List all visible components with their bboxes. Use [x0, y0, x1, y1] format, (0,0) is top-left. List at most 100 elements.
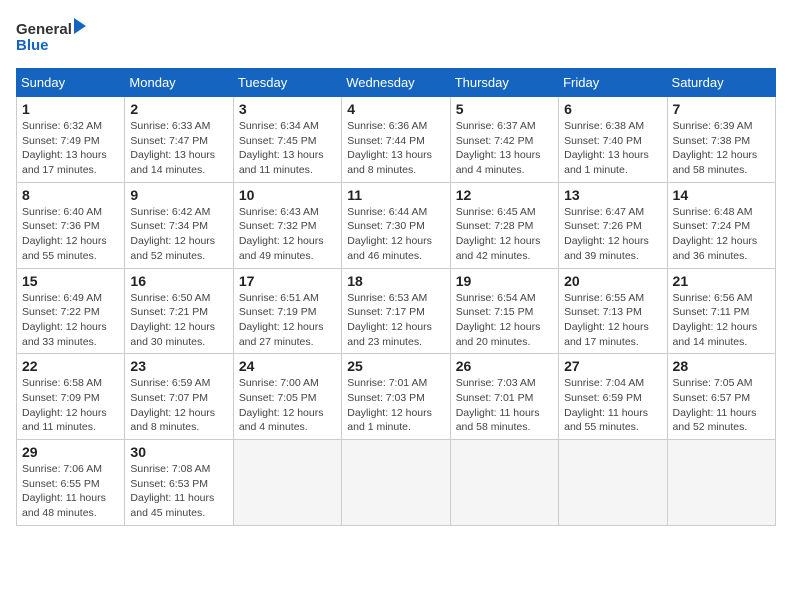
calendar-day-cell: 24Sunrise: 7:00 AM Sunset: 7:05 PM Dayli… — [233, 354, 341, 440]
calendar-day-cell: 5 Sunrise: 6:37 AM Sunset: 7:42 PM Daylig… — [450, 97, 558, 183]
calendar-table: SundayMondayTuesdayWednesdayThursdayFrid… — [16, 68, 776, 526]
page-header: General Blue — [16, 16, 776, 56]
calendar-day-cell: 7 Sunrise: 6:39 AM Sunset: 7:38 PM Daylig… — [667, 97, 775, 183]
day-number: 25 — [347, 358, 444, 374]
day-info: Sunrise: 6:45 AM Sunset: 7:28 PM Dayligh… — [456, 205, 553, 264]
day-number: 26 — [456, 358, 553, 374]
calendar-day-cell: 26 Sunrise: 7:03 AM Sunset: 7:01 PM Dayli… — [450, 354, 558, 440]
weekday-header: Sunday — [17, 69, 125, 97]
day-number: 18 — [347, 273, 444, 289]
calendar-day-cell: 15 Sunrise: 6:49 AM Sunset: 7:22 PM Dayli… — [17, 268, 125, 354]
logo: General Blue — [16, 16, 86, 56]
day-number: 12 — [456, 187, 553, 203]
calendar-day-cell: 3 Sunrise: 6:34 AM Sunset: 7:45 PM Daylig… — [233, 97, 341, 183]
calendar-day-cell: 19 Sunrise: 6:54 AM Sunset: 7:15 PM Dayli… — [450, 268, 558, 354]
day-info: Sunrise: 6:39 AM Sunset: 7:38 PM Dayligh… — [673, 119, 770, 178]
calendar-day-cell: 30 Sunrise: 7:08 AM Sunset: 6:53 PM Dayli… — [125, 440, 233, 526]
day-number: 28 — [673, 358, 770, 374]
day-info: Sunrise: 6:58 AM Sunset: 7:09 PM Dayligh… — [22, 376, 119, 435]
day-number: 11 — [347, 187, 444, 203]
calendar-week-row: 15 Sunrise: 6:49 AM Sunset: 7:22 PM Dayli… — [17, 268, 776, 354]
day-info: Sunrise: 6:38 AM Sunset: 7:40 PM Dayligh… — [564, 119, 661, 178]
day-number: 15 — [22, 273, 119, 289]
calendar-header-row: SundayMondayTuesdayWednesdayThursdayFrid… — [17, 69, 776, 97]
calendar-week-row: 1 Sunrise: 6:32 AM Sunset: 7:49 PM Daylig… — [17, 97, 776, 183]
day-number: 23 — [130, 358, 227, 374]
day-info: Sunrise: 6:53 AM Sunset: 7:17 PM Dayligh… — [347, 291, 444, 350]
day-info: Sunrise: 6:51 AM Sunset: 7:19 PM Dayligh… — [239, 291, 336, 350]
calendar-day-cell: 21Sunrise: 6:56 AM Sunset: 7:11 PM Dayli… — [667, 268, 775, 354]
day-number: 8 — [22, 187, 119, 203]
day-info: Sunrise: 7:06 AM Sunset: 6:55 PM Dayligh… — [22, 462, 119, 521]
day-info: Sunrise: 7:00 AM Sunset: 7:05 PM Dayligh… — [239, 376, 336, 435]
day-number: 21 — [673, 273, 770, 289]
logo-icon: General Blue — [16, 16, 86, 56]
calendar-day-cell: 4Sunrise: 6:36 AM Sunset: 7:44 PM Daylig… — [342, 97, 450, 183]
calendar-day-cell: 25Sunrise: 7:01 AM Sunset: 7:03 PM Dayli… — [342, 354, 450, 440]
day-number: 20 — [564, 273, 661, 289]
day-info: Sunrise: 6:36 AM Sunset: 7:44 PM Dayligh… — [347, 119, 444, 178]
day-number: 3 — [239, 101, 336, 117]
day-info: Sunrise: 6:49 AM Sunset: 7:22 PM Dayligh… — [22, 291, 119, 350]
weekday-header: Saturday — [667, 69, 775, 97]
calendar-day-cell: 14 Sunrise: 6:48 AM Sunset: 7:24 PM Dayli… — [667, 182, 775, 268]
day-info: Sunrise: 6:50 AM Sunset: 7:21 PM Dayligh… — [130, 291, 227, 350]
day-info: Sunrise: 7:04 AM Sunset: 6:59 PM Dayligh… — [564, 376, 661, 435]
day-number: 22 — [22, 358, 119, 374]
calendar-day-cell: 16 Sunrise: 6:50 AM Sunset: 7:21 PM Dayli… — [125, 268, 233, 354]
calendar-week-row: 22 Sunrise: 6:58 AM Sunset: 7:09 PM Dayli… — [17, 354, 776, 440]
weekday-header: Monday — [125, 69, 233, 97]
calendar-day-cell: 29 Sunrise: 7:06 AM Sunset: 6:55 PM Dayli… — [17, 440, 125, 526]
empty-cell — [667, 440, 775, 526]
day-number: 19 — [456, 273, 553, 289]
day-number: 14 — [673, 187, 770, 203]
calendar-day-cell: 1 Sunrise: 6:32 AM Sunset: 7:49 PM Daylig… — [17, 97, 125, 183]
empty-cell — [342, 440, 450, 526]
calendar-week-row: 29 Sunrise: 7:06 AM Sunset: 6:55 PM Dayli… — [17, 440, 776, 526]
svg-text:General: General — [16, 21, 72, 38]
day-number: 29 — [22, 444, 119, 460]
day-number: 1 — [22, 101, 119, 117]
day-info: Sunrise: 6:54 AM Sunset: 7:15 PM Dayligh… — [456, 291, 553, 350]
weekday-header: Thursday — [450, 69, 558, 97]
weekday-header: Wednesday — [342, 69, 450, 97]
day-number: 27 — [564, 358, 661, 374]
day-info: Sunrise: 7:03 AM Sunset: 7:01 PM Dayligh… — [456, 376, 553, 435]
empty-cell — [233, 440, 341, 526]
calendar-day-cell: 9 Sunrise: 6:42 AM Sunset: 7:34 PM Daylig… — [125, 182, 233, 268]
day-info: Sunrise: 6:48 AM Sunset: 7:24 PM Dayligh… — [673, 205, 770, 264]
day-info: Sunrise: 7:08 AM Sunset: 6:53 PM Dayligh… — [130, 462, 227, 521]
day-number: 2 — [130, 101, 227, 117]
day-info: Sunrise: 6:37 AM Sunset: 7:42 PM Dayligh… — [456, 119, 553, 178]
day-number: 6 — [564, 101, 661, 117]
calendar-week-row: 8Sunrise: 6:40 AM Sunset: 7:36 PM Daylig… — [17, 182, 776, 268]
day-info: Sunrise: 7:05 AM Sunset: 6:57 PM Dayligh… — [673, 376, 770, 435]
day-info: Sunrise: 6:32 AM Sunset: 7:49 PM Dayligh… — [22, 119, 119, 178]
day-number: 10 — [239, 187, 336, 203]
calendar-day-cell: 2 Sunrise: 6:33 AM Sunset: 7:47 PM Daylig… — [125, 97, 233, 183]
calendar-day-cell: 6 Sunrise: 6:38 AM Sunset: 7:40 PM Daylig… — [559, 97, 667, 183]
day-number: 17 — [239, 273, 336, 289]
day-number: 9 — [130, 187, 227, 203]
day-number: 13 — [564, 187, 661, 203]
calendar-day-cell: 18 Sunrise: 6:53 AM Sunset: 7:17 PM Dayli… — [342, 268, 450, 354]
day-info: Sunrise: 6:59 AM Sunset: 7:07 PM Dayligh… — [130, 376, 227, 435]
calendar-day-cell: 28 Sunrise: 7:05 AM Sunset: 6:57 PM Dayli… — [667, 354, 775, 440]
calendar-day-cell: 27 Sunrise: 7:04 AM Sunset: 6:59 PM Dayli… — [559, 354, 667, 440]
day-number: 7 — [673, 101, 770, 117]
day-info: Sunrise: 6:43 AM Sunset: 7:32 PM Dayligh… — [239, 205, 336, 264]
calendar-day-cell: 13Sunrise: 6:47 AM Sunset: 7:26 PM Dayli… — [559, 182, 667, 268]
empty-cell — [559, 440, 667, 526]
weekday-header: Friday — [559, 69, 667, 97]
weekday-header: Tuesday — [233, 69, 341, 97]
day-number: 5 — [456, 101, 553, 117]
day-info: Sunrise: 6:34 AM Sunset: 7:45 PM Dayligh… — [239, 119, 336, 178]
day-info: Sunrise: 6:42 AM Sunset: 7:34 PM Dayligh… — [130, 205, 227, 264]
day-number: 30 — [130, 444, 227, 460]
day-info: Sunrise: 6:44 AM Sunset: 7:30 PM Dayligh… — [347, 205, 444, 264]
calendar-day-cell: 20Sunrise: 6:55 AM Sunset: 7:13 PM Dayli… — [559, 268, 667, 354]
svg-text:Blue: Blue — [16, 37, 49, 54]
day-info: Sunrise: 6:33 AM Sunset: 7:47 PM Dayligh… — [130, 119, 227, 178]
day-number: 16 — [130, 273, 227, 289]
calendar-day-cell: 23 Sunrise: 6:59 AM Sunset: 7:07 PM Dayli… — [125, 354, 233, 440]
